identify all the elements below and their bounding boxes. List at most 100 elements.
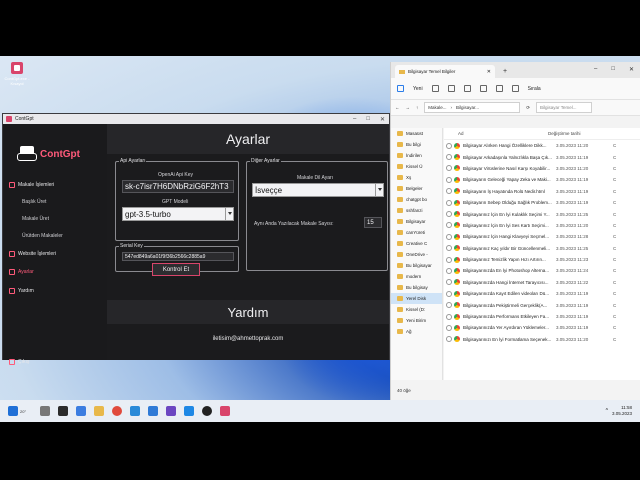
up-arrow-icon[interactable]: ↑ — [416, 105, 418, 110]
file-row[interactable]: Bilgisayarınız Temizlik Yapın Hızı Artır… — [444, 254, 640, 265]
nav-item[interactable]: Creative C — [391, 238, 442, 249]
weather-widget[interactable]: 20° — [20, 409, 32, 414]
api-key-input[interactable]: sk-c7isr7H6DNbRziG6F2hT3 — [122, 180, 234, 193]
contact-email[interactable]: iletisim@ahmettoprak.com — [107, 336, 389, 342]
sidebar-item-website-operations[interactable]: Website İşlemleri — [9, 251, 56, 257]
row-checkbox[interactable] — [446, 336, 452, 343]
file-row[interactable]: Bilgisayarınız İçin En İyi Kulaklık Seçi… — [444, 208, 640, 219]
explorer-search-input[interactable]: Bilgisayar Temel... — [536, 102, 593, 113]
forward-arrow-icon[interactable]: → — [406, 105, 411, 110]
file-explorer-icon[interactable] — [94, 406, 104, 416]
row-checkbox[interactable] — [446, 256, 452, 263]
row-checkbox[interactable] — [446, 245, 452, 252]
tray-chevron-icon[interactable]: ^ — [606, 408, 608, 414]
row-checkbox[interactable] — [446, 211, 452, 218]
nav-item[interactable]: Kissel Ü — [391, 161, 442, 172]
delete-icon[interactable] — [511, 85, 519, 92]
file-row[interactable]: Bilgisayarınız İçin En İyi Ses Kartı Seç… — [444, 220, 640, 231]
todo-icon[interactable] — [148, 406, 158, 416]
row-checkbox[interactable] — [446, 176, 452, 183]
nav-item[interactable]: Yeni Birim — [391, 315, 442, 326]
chrome-icon[interactable] — [112, 406, 122, 416]
nav-item[interactable]: Kissel (D: — [391, 304, 442, 315]
column-date[interactable]: Değiştirme tarihi — [548, 131, 608, 136]
new-button[interactable]: Yeni — [413, 86, 423, 92]
nav-item[interactable]: Xş — [391, 172, 442, 183]
nav-item[interactable]: modern — [391, 271, 442, 282]
nav-item[interactable]: Bu bilgisay — [391, 282, 442, 293]
maximize-icon[interactable]: □ — [366, 116, 370, 123]
close-icon[interactable]: ✕ — [629, 66, 634, 73]
visual-studio-icon[interactable] — [166, 406, 176, 416]
search-icon[interactable] — [40, 406, 50, 416]
row-checkbox[interactable] — [446, 154, 452, 161]
column-name[interactable]: Ad — [444, 131, 548, 136]
row-checkbox[interactable] — [446, 222, 452, 229]
row-checkbox[interactable] — [446, 199, 452, 206]
row-checkbox[interactable] — [446, 279, 452, 286]
file-row[interactable]: Bilgisayarınızda Pekiştirmeli Gerçeklik(… — [444, 299, 640, 310]
clock[interactable]: 11:58 3.05.2023 — [612, 405, 632, 417]
row-checkbox[interactable] — [446, 165, 452, 172]
row-checkbox[interactable] — [446, 267, 452, 274]
back-arrow-icon[interactable]: ← — [395, 105, 400, 110]
file-row[interactable]: Bilgisayarın Sebep Olduğu Sağlık Problem… — [444, 197, 640, 208]
sidebar-item-exit[interactable]: Çıkış — [9, 359, 29, 365]
nav-item[interactable]: Bu bilgisayar — [391, 260, 442, 271]
check-serial-button[interactable]: Kontrol Et — [152, 263, 200, 276]
sidebar-item-settings[interactable]: Ayarlar — [9, 269, 34, 275]
minimize-icon[interactable]: – — [594, 66, 597, 73]
nav-item[interactable]: Masaüst — [391, 128, 442, 139]
sidebar-item-generate-article[interactable]: Makale Üret — [22, 216, 49, 222]
refresh-icon[interactable]: ⟳ — [526, 105, 530, 111]
nav-item[interactable]: Bilgisayar — [391, 216, 442, 227]
explorer-tab[interactable]: Bilgisayar Temel Bilgiler ✕ — [395, 65, 495, 78]
file-row[interactable]: Bilgisayarınızda Yer Ayırdıran Yüklemele… — [444, 322, 640, 333]
file-row[interactable]: Bilgisayarınızda Kayıt Edilen videoları … — [444, 288, 640, 299]
file-row[interactable]: Bilgisayarınızda En İyi Photoshop Altern… — [444, 265, 640, 276]
nav-item[interactable]: Ağ — [391, 326, 442, 337]
sidebar-item-help[interactable]: Yardım — [9, 288, 34, 294]
sidebar-item-product-articles[interactable]: Ürütden Makaleler — [22, 233, 63, 239]
desktop-shortcut-contgpt[interactable]: ContGpt.exe - Kısayol — [2, 62, 32, 86]
start-icon[interactable] — [8, 406, 18, 416]
new-tab-icon[interactable]: + — [503, 68, 507, 75]
nav-item[interactable]: sshfanzi — [391, 205, 442, 216]
contgpt-taskbar-icon[interactable] — [220, 406, 230, 416]
file-row[interactable]: Bilgisayar Virüslerine Nasıl Karşı Koyab… — [444, 163, 640, 174]
row-checkbox[interactable] — [446, 233, 452, 240]
obs-icon[interactable] — [202, 406, 212, 416]
sort-button[interactable]: Sırala — [528, 86, 541, 92]
rename-icon[interactable] — [479, 85, 487, 92]
file-row[interactable]: Bilgisayarın İş Hayatında Rolü Nedir.htm… — [444, 186, 640, 197]
file-row[interactable]: Bilgisayar Alırken Hangi Özelliklere Dik… — [444, 140, 640, 151]
store-icon[interactable] — [130, 406, 140, 416]
nav-item[interactable]: Belgeler — [391, 183, 442, 194]
nav-item[interactable]: Bu bilgi — [391, 139, 442, 150]
row-checkbox[interactable] — [446, 290, 452, 297]
paste-icon[interactable] — [463, 85, 471, 92]
nav-item[interactable]: OneDrive - — [391, 249, 442, 260]
nav-item[interactable]: Yerel Disk — [391, 293, 442, 304]
nav-item[interactable]: İndirilen — [391, 150, 442, 161]
file-row[interactable]: Bilgisayar Arkadaşınla Yalnızlıkla Başa … — [444, 151, 640, 162]
file-row[interactable]: Bilgisayarınız Kaç yıldır Bir Güncellenm… — [444, 243, 640, 254]
vscode-icon[interactable] — [76, 406, 86, 416]
serial-key-input[interactable]: 547ed849a6a01f9f36b2566c2885a9 — [122, 252, 234, 261]
concurrent-articles-input[interactable]: 15 — [364, 217, 382, 228]
sidebar-item-article-operations[interactable]: Makale İşlemleri — [9, 182, 54, 188]
row-checkbox[interactable] — [446, 313, 452, 320]
file-row[interactable]: Bilgisayarın Geleceği Yapay Zeka ve Maki… — [444, 174, 640, 185]
gpt-model-select[interactable]: gpt-3.5-turbo — [122, 207, 234, 221]
article-language-select[interactable]: İsveççe — [252, 183, 384, 197]
nav-item[interactable]: canYüreti — [391, 227, 442, 238]
address-field[interactable]: Makale... › Bilgisayar... — [424, 102, 521, 113]
file-row[interactable]: Bilgisayarınızı En İyi Formatlama Seçene… — [444, 334, 640, 345]
minimize-icon[interactable]: – — [353, 116, 356, 123]
copy-icon[interactable] — [447, 85, 455, 92]
row-checkbox[interactable] — [446, 324, 452, 331]
close-tab-icon[interactable]: ✕ — [487, 69, 491, 75]
photos-icon[interactable] — [184, 406, 194, 416]
file-row[interactable]: Bilgisayarınızda Hangi İnternet Tarayıcı… — [444, 277, 640, 288]
task-view-icon[interactable] — [58, 406, 68, 416]
